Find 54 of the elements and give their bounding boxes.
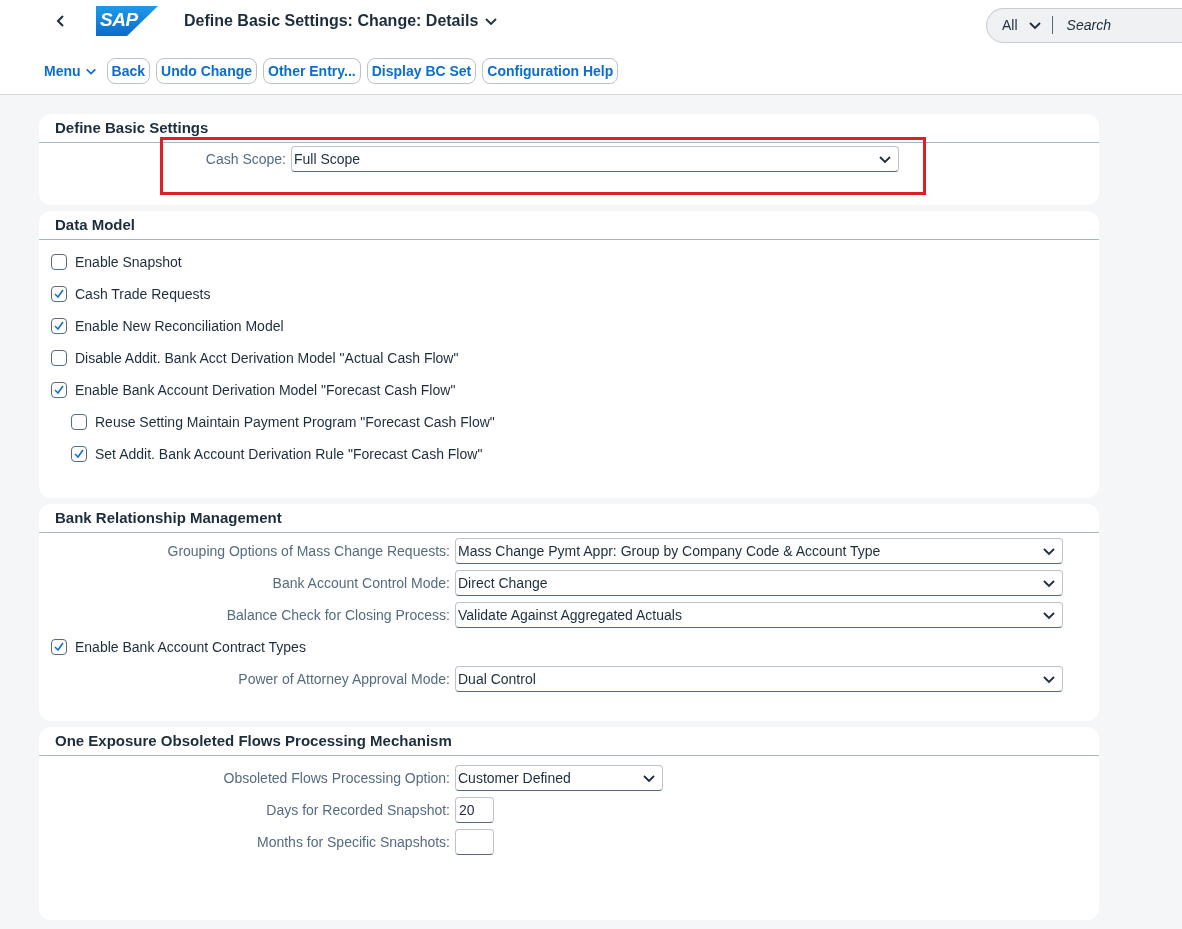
- checkbox-option[interactable]: Reuse Setting Maintain Payment Program "Forecast Cash Flow": [39, 406, 1099, 438]
- checkbox[interactable]: [71, 414, 87, 430]
- dropdown-field[interactable]: Direct Change: [455, 570, 1063, 596]
- toolbar-button[interactable]: Undo Change: [156, 58, 258, 84]
- field-label: Months for Specific Snapshots:: [256, 834, 451, 850]
- checkbox-label: Disable Addit. Bank Acct Derivation Model "Actual Cash Flow": [75, 350, 459, 366]
- toolbar-button[interactable]: Other Entry...: [263, 58, 361, 84]
- checkbox-option[interactable]: Disable Addit. Bank Acct Derivation Model "Actual Cash Flow": [39, 342, 1099, 374]
- checkbox[interactable]: [51, 382, 67, 398]
- dropdown-field[interactable]: Validate Against Aggregated Actuals: [455, 602, 1063, 628]
- field-label: Grouping Options of Mass Change Requests:: [166, 543, 451, 559]
- page-title[interactable]: Define Basic Settings: Change: Details: [184, 12, 499, 30]
- checkbox[interactable]: [51, 639, 67, 655]
- checkbox-label: Enable New Reconciliation Model: [75, 318, 284, 334]
- field-label: Days for Recorded Snapshot:: [265, 802, 451, 818]
- dropdown-field[interactable]: Full Scope: [291, 146, 899, 172]
- logo: SAP: [96, 6, 158, 36]
- checkbox-label: Cash Trade Requests: [75, 286, 211, 302]
- checkbox[interactable]: [51, 286, 67, 302]
- section-title: Define Basic Settings: [39, 114, 1099, 143]
- scope-dropdown[interactable]: All: [1002, 16, 1053, 34]
- field-label: Balance Check for Closing Process:: [225, 607, 451, 623]
- checkbox-option[interactable]: Enable Snapshot: [39, 246, 1099, 278]
- toolbar-button[interactable]: Display BC Set: [366, 58, 477, 84]
- search-field[interactable]: All Search: [986, 7, 1182, 43]
- input-field[interactable]: 20: [455, 797, 494, 823]
- input-field[interactable]: [455, 829, 494, 855]
- section-title: Bank Relationship Management: [39, 504, 1099, 533]
- dropdown-field[interactable]: Dual Control: [455, 666, 1063, 692]
- checkbox-label: Reuse Setting Maintain Payment Program "Forecast Cash Flow": [95, 414, 495, 430]
- field-label: Bank Account Control Mode:: [271, 575, 451, 591]
- field-label: Cash Scope:: [204, 151, 287, 167]
- checkbox-label: Enable Bank Account Derivation Model "Forecast Cash Flow": [75, 382, 456, 398]
- checkbox-label: Enable Snapshot: [75, 254, 182, 270]
- checkbox[interactable]: [51, 350, 67, 366]
- dropdown-field[interactable]: Mass Change Pymt Appr: Group by Company Code & Account Type: [455, 538, 1063, 564]
- checkbox[interactable]: [71, 446, 87, 462]
- menu-button[interactable]: Menu: [40, 58, 101, 84]
- checkbox-option[interactable]: Enable Bank Account Contract Types: [39, 631, 1099, 663]
- toolbar-button[interactable]: Back: [106, 58, 151, 84]
- checkbox[interactable]: [51, 254, 67, 270]
- checkbox-option[interactable]: Set Addit. Bank Account Derivation Rule "Forecast Cash Flow": [39, 438, 1099, 470]
- checkbox-option[interactable]: Enable New Reconciliation Model: [39, 310, 1099, 342]
- dropdown-field[interactable]: Customer Defined: [455, 765, 663, 791]
- checkbox-label: Set Addit. Bank Account Derivation Rule "Forecast Cash Flow": [95, 446, 483, 462]
- section-title: One Exposure Obsoleted Flows Processing Mechanism: [39, 727, 1099, 756]
- field-label: Power of Attorney Approval Mode:: [237, 671, 451, 687]
- checkbox[interactable]: [51, 318, 67, 334]
- checkbox-label: Enable Bank Account Contract Types: [75, 639, 306, 655]
- section-title: Data Model: [39, 211, 1099, 240]
- checkbox-option[interactable]: Enable Bank Account Derivation Model "Forecast Cash Flow": [39, 374, 1099, 406]
- checkbox-option[interactable]: Cash Trade Requests: [39, 278, 1099, 310]
- toolbar-button[interactable]: Configuration Help: [482, 58, 619, 84]
- field-label: Obsoleted Flows Processing Option:: [222, 770, 451, 786]
